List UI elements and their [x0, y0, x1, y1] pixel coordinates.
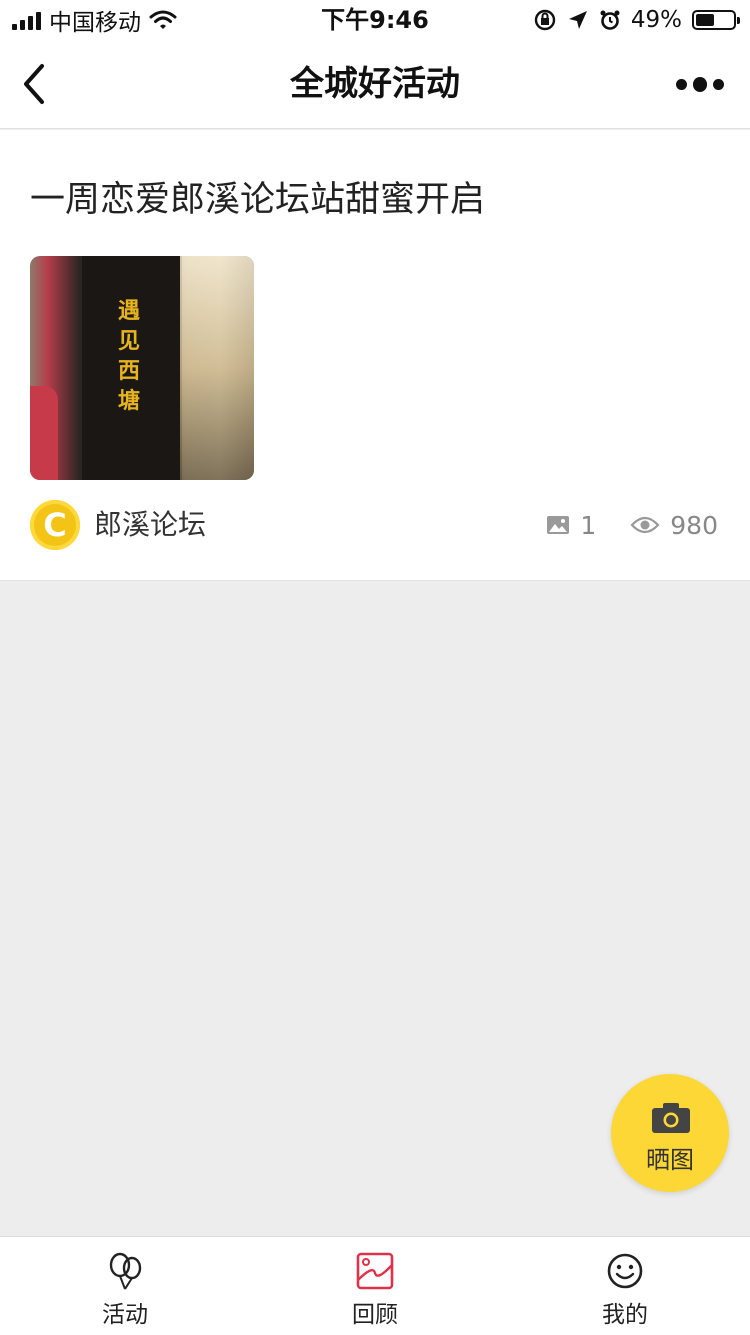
more-button[interactable] [676, 72, 724, 96]
page-title: 全城好活动 [290, 64, 460, 104]
smiley-icon [607, 1253, 643, 1289]
camera-icon [652, 1103, 690, 1133]
status-right: 49% [533, 6, 740, 34]
balloons-icon [109, 1252, 142, 1290]
tab-label: 活动 [102, 1302, 148, 1328]
nav-bar: 全城好活动 [0, 40, 750, 129]
alarm-icon [600, 10, 620, 30]
image-sign-text: 遇见西塘 [118, 298, 141, 414]
battery-icon [692, 10, 740, 30]
photo-count: 1 [580, 510, 597, 540]
tab-review[interactable]: 回顾 [250, 1237, 500, 1335]
image-detail [180, 256, 254, 480]
status-bar: 中国移动 下午9:46 49% [0, 0, 750, 40]
share-photo-button[interactable]: 晒图 [611, 1074, 729, 1192]
share-photo-label: 晒图 [646, 1146, 694, 1174]
eye-icon [630, 516, 660, 534]
image-detail [30, 386, 58, 480]
tab-activities[interactable]: 活动 [0, 1237, 250, 1335]
post-card[interactable]: 一周恋爱郎溪论坛站甜蜜开启 遇见西塘 C 郎溪论坛 1 980 [0, 130, 750, 581]
more-dot [676, 78, 687, 90]
tab-label: 我的 [602, 1302, 648, 1328]
tab-mine[interactable]: 我的 [500, 1237, 750, 1335]
post-stats: 1 980 [546, 510, 718, 540]
more-dot [713, 78, 724, 90]
battery-percent: 49% [630, 7, 682, 33]
tab-bar: 活动 回顾 我的 [0, 1236, 750, 1335]
more-dot [692, 76, 708, 92]
author-name[interactable]: 郎溪论坛 [94, 506, 206, 544]
author-avatar[interactable]: C [30, 500, 80, 550]
post-title[interactable]: 一周恋爱郎溪论坛站甜蜜开启 [30, 178, 485, 222]
view-count: 980 [670, 510, 718, 540]
review-icon [356, 1252, 394, 1290]
post-image[interactable]: 遇见西塘 [30, 256, 254, 480]
image-count-icon [547, 516, 570, 534]
post-meta: C 郎溪论坛 1 980 [30, 500, 720, 552]
tab-label: 回顾 [352, 1302, 398, 1328]
rotation-lock-icon [534, 9, 556, 31]
location-icon [568, 11, 587, 29]
